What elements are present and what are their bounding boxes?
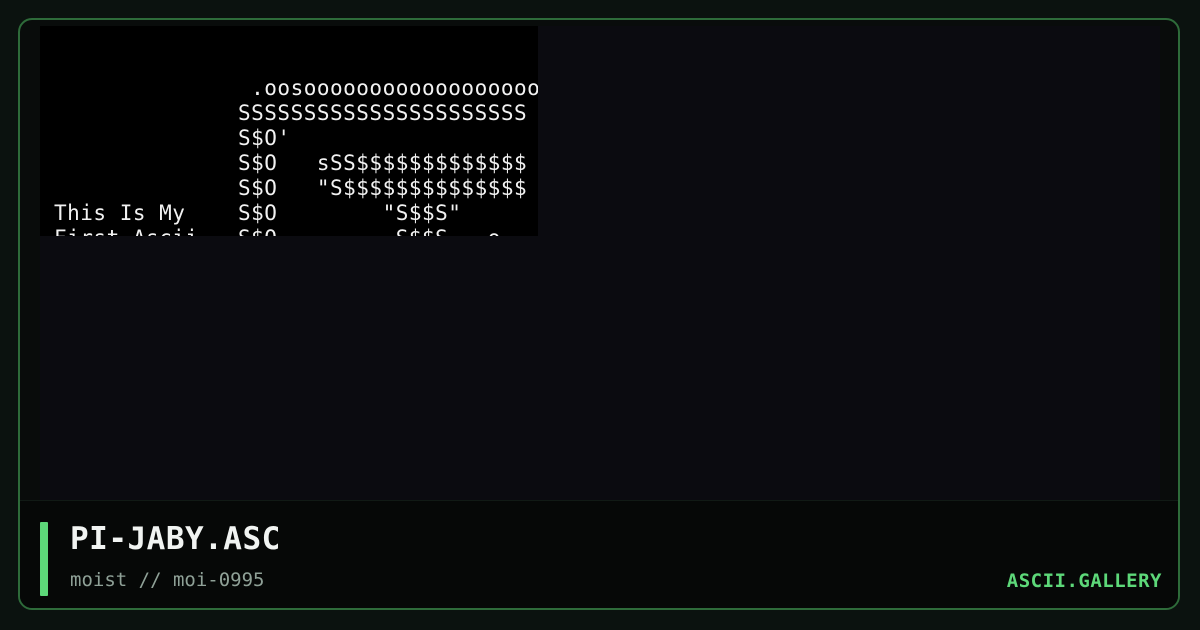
ascii-line: S$O sSS$$$$$$$$$$$$$ [54, 151, 528, 175]
accent-bar [40, 522, 48, 596]
ascii-art-preview[interactable]: .oosoooooooooooooooooo SSSSSSSSSSSSSSSSS… [40, 26, 538, 236]
ascii-line: .oosoooooooooooooooooo [54, 76, 538, 100]
card-frame: .oosoooooooooooooooooo SSSSSSSSSSSSSSSSS… [18, 18, 1180, 610]
ascii-art-text: .oosoooooooooooooooooo SSSSSSSSSSSSSSSSS… [54, 76, 538, 236]
art-author-id: moist // moi-0995 [70, 569, 265, 591]
ascii-line: SSSSSSSSSSSSSSSSSSSSSS [54, 101, 528, 125]
info-footer: PI-JABY.ASC moist // moi-0995 ASCII.GALL… [20, 500, 1178, 608]
ascii-line: S$O' [54, 126, 291, 150]
ascii-line: First Ascii S$O S$$S o [54, 226, 501, 236]
site-name-link[interactable]: ASCII.GALLERY [1007, 570, 1162, 592]
ascii-line: S$O "S$$$$$$$$$$$$$$ [54, 176, 528, 200]
art-preview-panel: .oosoooooooooooooooooo SSSSSSSSSSSSSSSSS… [40, 26, 1160, 500]
ascii-line: This Is My S$O "S$$S" [54, 201, 462, 225]
art-title: PI-JABY.ASC [70, 521, 281, 557]
